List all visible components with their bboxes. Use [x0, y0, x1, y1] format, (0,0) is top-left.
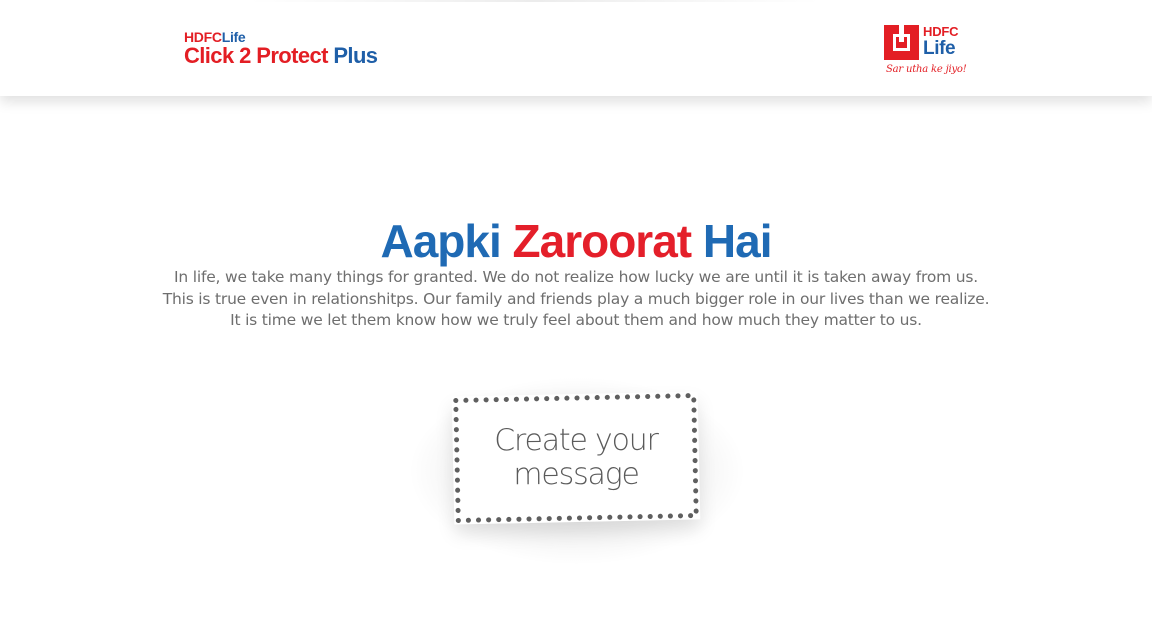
- cta-label: Create your message: [453, 422, 699, 493]
- product-logo-brand: HDFCLife: [184, 30, 377, 44]
- site-header: HDFCLife Click 2 Protect Plus HDFC Life …: [0, 0, 1152, 96]
- company-logo-line1: HDFC: [923, 24, 959, 39]
- create-message-button[interactable]: Create your message: [407, 376, 747, 566]
- company-logo-text: HDFC Life: [923, 24, 959, 59]
- intro-line: This is true even in relationshitps. Our…: [162, 289, 990, 308]
- headline-part1: Aapki: [380, 214, 501, 267]
- company-logo[interactable]: HDFC Life Sar utha ke jiyo!: [884, 25, 974, 81]
- intro-text: In life, we take many things for granted…: [0, 267, 1152, 332]
- logo-inner-square: [896, 37, 907, 48]
- cta-label-line1: Create your: [494, 422, 658, 459]
- headline-part3: Hai: [702, 214, 773, 267]
- header-top-line: [250, 0, 820, 2]
- product-logo-name: Click 2 Protect Plus: [184, 43, 378, 68]
- cta-label-line2: message: [513, 456, 639, 493]
- product-suffix: Plus: [333, 43, 378, 68]
- intro-line: In life, we take many things for granted…: [174, 268, 978, 286]
- page-headline: Aapki Zaroorat Hai: [0, 213, 1152, 269]
- cta-card: Create your message: [451, 391, 701, 525]
- headline-part2: Zaroorat: [512, 214, 693, 267]
- product-name: Click 2 Protect: [184, 43, 328, 68]
- company-logo-line2: Life: [923, 38, 956, 59]
- page: HDFCLife Click 2 Protect Plus HDFC Life …: [0, 0, 1152, 618]
- product-logo[interactable]: HDFCLife Click 2 Protect Plus: [184, 30, 378, 68]
- company-tagline: Sar utha ke jiyo!: [886, 64, 967, 75]
- intro-line: It is time we let them know how we truly…: [230, 311, 922, 329]
- hdfc-life-logo-icon: [884, 25, 919, 60]
